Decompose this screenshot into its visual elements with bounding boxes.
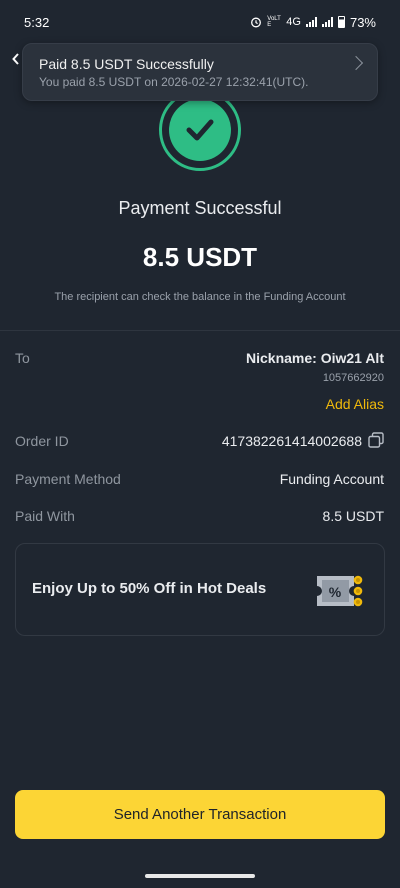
paid-with-value: 8.5 USDT (322, 508, 384, 524)
signal-icon-2 (321, 17, 333, 27)
recipient-nickname: Nickname: Oiw21 Alt (246, 350, 384, 366)
paid-with-label: Paid With (15, 508, 75, 524)
volte-label: VoLTE (267, 16, 281, 28)
network-label: 4G (286, 16, 301, 28)
promo-banner[interactable]: Enjoy Up to 50% Off in Hot Deals % (15, 543, 385, 636)
to-label: To (15, 350, 30, 366)
alarm-icon (251, 17, 262, 28)
add-alias-link[interactable]: Add Alias (326, 396, 384, 412)
success-ring (159, 101, 241, 171)
recipient-uid: 1057662920 (322, 372, 384, 384)
copy-icon[interactable] (368, 432, 384, 448)
payment-method-value: Funding Account (279, 471, 384, 487)
back-arrow-icon[interactable] (12, 52, 22, 66)
toast-title: Paid 8.5 USDT Successfully (39, 56, 214, 72)
send-another-transaction-button[interactable]: Send Another Transaction (15, 790, 385, 839)
battery-percent: 73% (349, 14, 376, 30)
success-circle (169, 101, 231, 161)
divider (0, 330, 400, 331)
order-id-label: Order ID (15, 433, 69, 449)
result-note: The recipient can check the balance in t… (54, 291, 346, 303)
success-check (159, 101, 241, 171)
svg-text:%: % (329, 584, 342, 600)
discount-ticket-icon: % (317, 575, 363, 607)
payment-toast[interactable]: Paid 8.5 USDT Successfully You paid 8.5 … (22, 43, 378, 101)
home-indicator[interactable] (145, 874, 255, 878)
status-bar: 5:32 VoLTE 4G 73% (0, 0, 400, 44)
result-title: Payment Successful (118, 198, 282, 218)
promo-text: Enjoy Up to 50% Off in Hot Deals (32, 580, 267, 597)
checkmark-icon (186, 119, 214, 141)
order-id-value: 417382261414002688 (221, 433, 362, 449)
battery-icon (337, 16, 345, 28)
toast-subtitle: You paid 8.5 USDT on 2026-02-27 12:32:41… (39, 75, 309, 89)
result-amount: 8.5 USDT (142, 242, 258, 272)
status-icons: VoLTE 4G 73% (250, 15, 376, 30)
payment-method-label: Payment Method (15, 471, 121, 487)
status-time: 5:32 (24, 14, 50, 30)
signal-icon (305, 17, 317, 27)
